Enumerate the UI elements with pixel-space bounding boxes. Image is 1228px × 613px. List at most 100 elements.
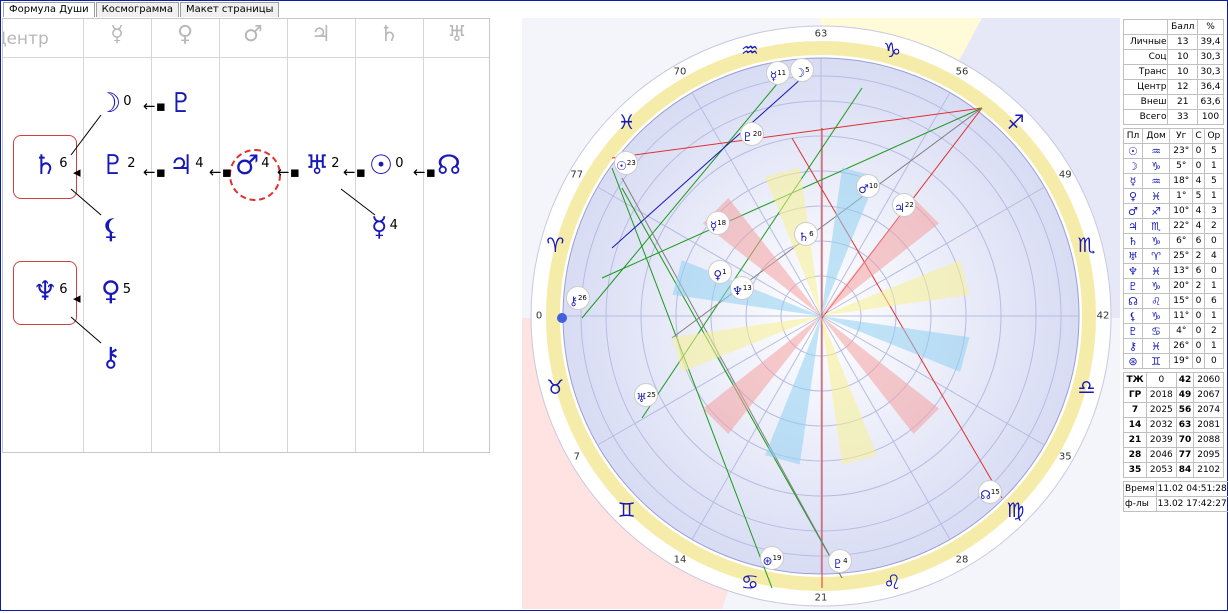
table-row: ♅ ♈ 25° 2 4 xyxy=(1123,248,1225,264)
node-saturn[interactable]: ♄ 6 xyxy=(33,151,68,181)
chart-planet-marker[interactable]: ♇20 xyxy=(740,122,764,146)
table-row: ♄ ♑ 6° 6 0 xyxy=(1123,233,1225,249)
degree-label: 63 xyxy=(814,28,828,40)
zodiac-sign-icon: ♌ xyxy=(883,569,902,594)
zodiac-sign-icon: ♏ xyxy=(1077,232,1096,257)
degree-label: 35 xyxy=(1058,451,1072,463)
chart-planet-marker[interactable]: ♃22 xyxy=(892,193,916,217)
table-row: ☿ ♒ 18° 4 5 xyxy=(1123,173,1225,189)
arrow-left-icon: ←▪ xyxy=(209,163,232,181)
tab-cosmogram[interactable]: Космограмма xyxy=(95,2,179,17)
arrow-left-icon: ←▪ xyxy=(143,97,166,115)
table-row: ⚷ ♓ 26° 0 1 xyxy=(1123,338,1225,354)
degree-label: 56 xyxy=(955,66,969,78)
node-chiron[interactable]: ⚷ xyxy=(101,343,121,373)
chart-planet-marker[interactable]: ⊛19 xyxy=(760,546,784,570)
zodiac-sign-icon: ♊ xyxy=(617,498,636,523)
node-pluto-top[interactable]: ♇ xyxy=(169,89,193,119)
chart-planet-marker[interactable]: ☿18 xyxy=(706,211,730,235)
planet-positions-table: Пл Дом Уг С Ор ☉ ♒ 23° 0 5 ☽ ♑ 5° 0 1 ☿ ♒ 18° 4 5 ♀ ♓ 1° 5 1 ♂… xyxy=(1123,128,1225,369)
timestamps-table: Время 11.02 04:51:28 ф-лы 13.02 17:42:27 xyxy=(1123,481,1228,512)
table-row: 21 2039 70 2088 xyxy=(1122,432,1224,448)
arrow-left-icon: ◂ xyxy=(73,289,81,307)
node-mercury[interactable]: ☿ 4 xyxy=(371,213,398,243)
chart-planet-marker[interactable]: ♇4 xyxy=(828,549,852,573)
node-venus[interactable]: ♀ 5 xyxy=(101,277,131,307)
chart-planet-marker[interactable]: ☉23 xyxy=(614,151,638,175)
table-row: ТЖ 0 42 2060 xyxy=(1122,372,1224,388)
zodiac-sign-icon: ♐ xyxy=(1006,109,1025,134)
node-mars[interactable]: ♂ 4 xyxy=(235,151,270,181)
node-uranus[interactable]: ♅ 2 xyxy=(305,151,340,181)
table-row: 7 2025 56 2074 xyxy=(1122,402,1224,418)
node-jupiter[interactable]: ♃ 4 xyxy=(169,151,204,181)
table-row: 28 2046 77 2095 xyxy=(1122,447,1224,463)
table-row: ГР 2018 49 2067 xyxy=(1122,387,1224,403)
node-north-node[interactable]: ☊ xyxy=(437,151,461,181)
node-sun[interactable]: ☉ 0 xyxy=(369,151,404,181)
zodiac-sign-icon: ♈ xyxy=(546,232,565,257)
table-row: ☊ ♌ 15° 0 6 xyxy=(1123,293,1225,309)
stats-panel: Балл % Личные 13 39,4 Соц 10 30,3 Транс 10 30,… xyxy=(1122,19,1228,515)
chart-planet-marker[interactable]: ☽5 xyxy=(790,58,814,82)
cosmogram-chart[interactable]: 63 56 49 42 35 28 21 14 7 0 77 70 ♑ ♐ ♏ ♎ ♍ ♌ ♋ ♊ ♉ ♈ ♓ ♒ ☽5 ☿1… xyxy=(522,18,1120,609)
arrow-left-icon: ◂ xyxy=(73,163,81,181)
node-lilith[interactable]: ⚸ xyxy=(101,215,121,245)
node-neptune[interactable]: ♆ 6 xyxy=(33,277,68,307)
table-row: 14 2032 63 2081 xyxy=(1122,417,1224,433)
table-row: ♆ ♓ 13° 6 0 xyxy=(1123,263,1225,279)
zodiac-sign-icon: ♓ xyxy=(617,109,636,134)
chart-planet-marker[interactable]: ♅25 xyxy=(634,383,658,407)
chart-planet-marker[interactable]: ⚷26 xyxy=(566,286,590,310)
table-row: ♂ ♐ 10° 4 3 xyxy=(1123,203,1225,219)
table-row: Транс 10 30,3 xyxy=(1122,64,1224,80)
arrow-left-icon: ←▪ xyxy=(413,163,436,181)
zodiac-sign-icon: ♋ xyxy=(740,569,759,594)
chart-planet-marker[interactable]: ☊15 xyxy=(978,480,1002,504)
zodiac-sign-icon: ♍ xyxy=(1006,498,1025,523)
arrow-left-icon: ←▪ xyxy=(343,163,366,181)
chart-planet-marker[interactable]: ♂10 xyxy=(856,174,880,198)
tab-bar: Формула Души Космограмма Макет страницы xyxy=(3,2,280,17)
table-row: Соц 10 30,3 xyxy=(1122,49,1224,65)
soul-formula-panel: Центр ☿ ♀ ♂ ♃ ♄ ♅ ☽0 ←▪ ♇ ♄6 ◂ ♇2 ←▪ ♃4 … xyxy=(2,18,490,453)
table-row: Внеш 21 63,6 xyxy=(1122,94,1224,110)
degree-label: 49 xyxy=(1058,169,1072,181)
degree-label: 7 xyxy=(573,451,580,463)
zodiac-sign-icon: ♑ xyxy=(883,38,902,63)
degree-label: 0 xyxy=(535,310,543,322)
table-row: ⚸ ♑ 11° 0 1 xyxy=(1123,308,1225,324)
node-pluto[interactable]: ♇ 2 xyxy=(101,151,136,181)
zodiac-sign-icon: ♉ xyxy=(546,375,565,400)
table-row: ♇ ♑ 20° 2 1 xyxy=(1123,278,1225,294)
table-row: ♃ ♏ 22° 4 2 xyxy=(1123,218,1225,234)
table-row: ♀ ♓ 1° 5 1 xyxy=(1123,188,1225,204)
tab-soul-formula[interactable]: Формула Души xyxy=(3,2,95,17)
table-row: Всего 33 100 xyxy=(1122,109,1224,125)
degree-label: 14 xyxy=(673,554,687,566)
degree-label: 42 xyxy=(1096,310,1110,322)
arrow-left-icon: ←▪ xyxy=(143,163,166,181)
chart-planet-marker[interactable]: ☿11 xyxy=(766,61,790,85)
chart-planet-marker[interactable]: ♀1 xyxy=(708,260,732,284)
degree-label: 21 xyxy=(814,592,828,604)
node-moon[interactable]: ☽ 0 xyxy=(97,89,132,119)
table-row: ⊛ ♊ 19° 0 0 xyxy=(1123,353,1225,369)
degree-label: 28 xyxy=(955,554,969,566)
degree-label: 77 xyxy=(570,169,584,181)
table-row: Личные 13 39,4 xyxy=(1122,34,1224,50)
table-row: ♇ ♋ 4° 0 2 xyxy=(1123,323,1225,339)
chart-planet-marker[interactable]: ♆13 xyxy=(730,276,754,300)
formula-connector-lines xyxy=(70,114,376,344)
chart-planet-marker[interactable]: ♄6 xyxy=(794,222,818,246)
table-row: Центр 12 36,4 xyxy=(1122,79,1224,95)
years-table: ТЖ 0 42 2060 ГР 2018 49 2067 7 2025 56 2074 14 2032 63… xyxy=(1122,372,1224,478)
table-row: 35 2053 84 2102 xyxy=(1122,462,1224,478)
degree-label: 70 xyxy=(673,66,687,78)
zodiac-sign-icon: ♒ xyxy=(740,38,759,63)
zodiac-sign-icon: ♎ xyxy=(1077,375,1096,400)
tab-page-layout[interactable]: Макет страницы xyxy=(179,2,280,17)
table-row: ☽ ♑ 5° 0 1 xyxy=(1123,158,1225,174)
table-row: ☉ ♒ 23° 0 5 xyxy=(1123,143,1225,159)
scores-table: Балл % Личные 13 39,4 Соц 10 30,3 Транс 10 30,… xyxy=(1122,19,1224,125)
